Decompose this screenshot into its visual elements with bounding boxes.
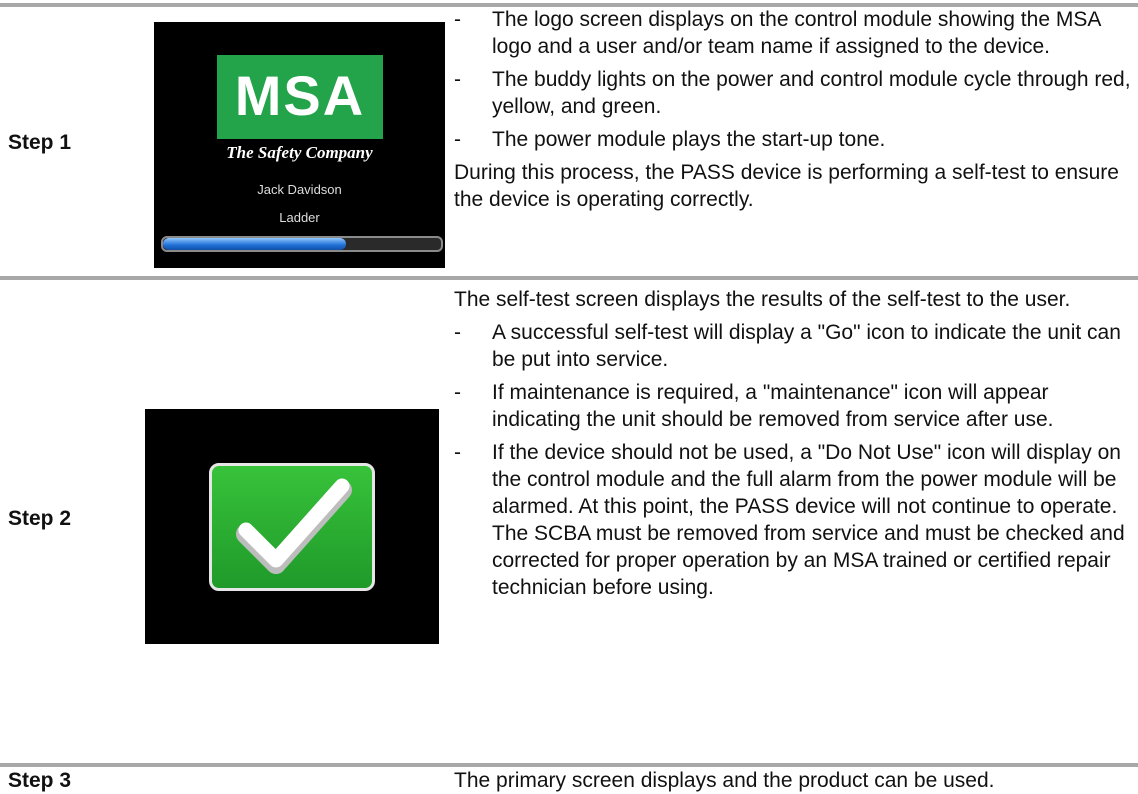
step-3-description: The primary screen displays and the prod… [454,769,995,792]
step-1-label: Step 1 [8,131,72,154]
bullet-text: The buddy lights on the power and contro… [492,68,1131,118]
msa-logo-text: MSA [234,64,366,127]
step-3-label: Step 3 [8,769,72,792]
bullet-dash: - [454,441,461,464]
user-name: Jack Davidson [257,182,342,197]
bullet-text: The logo screen displays on the control … [492,8,1101,58]
go-icon [209,463,375,591]
msa-logo: MSA [217,55,383,139]
bullet-dash: - [454,8,461,31]
bullet-dash: - [454,381,461,404]
bullet-dash: - [454,68,461,91]
step-2-row: Step 2 The self-test screen displays the… [0,280,1138,766]
check-icon [236,478,352,574]
step-2-description: The self-test screen displays the result… [454,286,1134,607]
self-test-screen-image [145,409,439,644]
step-2-label: Step 2 [8,507,72,530]
step-2-bullet: - A successful self-test will display a … [454,319,1134,373]
step-2-bullet: - If the device should not be used, a "D… [454,439,1134,601]
step-2-bullet: - If maintenance is required, a "mainten… [454,379,1134,433]
step-1-bullet: - The power module plays the start-up to… [454,126,1134,153]
step-1-description: - The logo screen displays on the contro… [454,6,1134,219]
bullet-dash: - [454,321,461,344]
logo-screen-image: MSA The Safety Company Jack Davidson Lad… [154,22,445,268]
step-2-intro: The self-test screen displays the result… [454,288,1071,311]
bullet-text: A successful self-test will display a "G… [492,321,1121,371]
step-1-note: During this process, the PASS device is … [454,161,1119,211]
bullet-text: The power module plays the start-up tone… [492,128,886,151]
step-1-bullet: - The logo screen displays on the contro… [454,6,1134,60]
bullet-text: If the device should not be used, a "Do … [492,441,1125,599]
startup-progress-bar [161,236,443,252]
step-1-bullet: - The buddy lights on the power and cont… [454,66,1134,120]
step-1-row: Step 1 MSA The Safety Company Jack David… [0,0,1138,276]
logo-tagline: The Safety Company [226,143,373,162]
bullet-dash: - [454,128,461,151]
step-3-row: Step 3 The primary screen displays and t… [0,767,1138,793]
bullet-text: If maintenance is required, a "maintenan… [492,381,1054,431]
startup-progress-fill [163,238,347,250]
team-name: Ladder [279,210,320,225]
